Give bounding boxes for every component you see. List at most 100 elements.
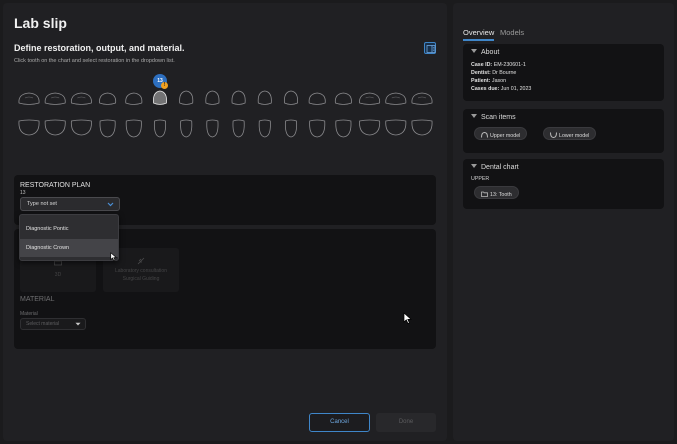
material-placeholder: Select material — [26, 321, 60, 327]
tooth-upper[interactable] — [385, 92, 407, 105]
output-card-3d-label: 3D — [54, 272, 62, 278]
tooth-lower[interactable] — [258, 119, 271, 138]
tooth-lower[interactable] — [411, 119, 433, 136]
cases-due-label: Cases due: — [471, 86, 500, 92]
panel-toggle-button[interactable] — [424, 42, 436, 54]
about-card: About Case ID: EM-230601-1 Dentist: Dr B… — [463, 44, 664, 101]
about-title: About — [481, 49, 500, 56]
tooth-chip[interactable]: 13: Tooth — [474, 186, 519, 199]
restoration-type-select[interactable]: Type not set — [20, 197, 120, 211]
material-field-label: Material — [20, 311, 38, 317]
scan-items-header[interactable]: Scan items — [471, 114, 516, 121]
lower-model-chip[interactable]: Lower model — [543, 127, 597, 140]
tooth-lower[interactable] — [335, 119, 352, 138]
output-card-consultation-line2: Surgical Guiding — [122, 276, 160, 282]
patient-row: Patient: Jason — [471, 78, 506, 84]
collapse-triangle-icon — [471, 49, 477, 53]
tooth-lower[interactable] — [99, 119, 116, 138]
section-heading: Define restoration, output, and material… — [14, 43, 185, 53]
tooth-fissure — [417, 96, 427, 99]
lower-model-label: Lower model — [559, 132, 590, 139]
cases-due-row: Cases due: Jun 01, 2023 — [471, 86, 531, 92]
cases-due-value: Jun 01, 2023 — [500, 86, 532, 92]
feather-icon — [137, 257, 145, 265]
about-header[interactable]: About — [471, 49, 499, 56]
cancel-button[interactable]: Cancel — [309, 413, 370, 432]
done-button[interactable]: Done — [376, 413, 436, 432]
restoration-plan-title: RESTORATION PLAN — [20, 182, 91, 189]
tooth-chart-svg — [18, 90, 433, 138]
tooth-upper-13-selected[interactable] — [152, 90, 168, 105]
case-id-value: EM-230601-1 — [493, 62, 526, 68]
collapse-triangle-icon — [471, 164, 477, 168]
tooth-lower[interactable] — [309, 119, 326, 138]
scan-items-card: Scan items Upper model Lower model — [463, 109, 664, 153]
chevron-down-icon — [75, 322, 81, 326]
mouse-pointer-icon — [403, 312, 412, 324]
tooth-upper[interactable] — [70, 92, 92, 105]
tooth-lower[interactable] — [232, 119, 245, 138]
tooth-upper[interactable] — [411, 92, 433, 105]
dental-chart-header[interactable]: Dental chart — [471, 164, 519, 171]
tooth-upper[interactable] — [283, 90, 299, 105]
tab-models[interactable]: Models — [500, 28, 524, 37]
upper-model-chip[interactable]: Upper model — [474, 127, 528, 140]
dental-chart-card: Dental chart UPPER 13: Tooth — [463, 159, 664, 209]
tooth-lower[interactable] — [70, 119, 92, 136]
mouse-pointer-icon — [110, 252, 117, 262]
tooth-lower[interactable] — [359, 119, 381, 136]
tooth-upper[interactable] — [18, 92, 40, 105]
dentist-value: Dr Bourne — [492, 70, 517, 76]
output-card-consultation-line1: Laboratory consultation — [115, 268, 167, 274]
tooth-upper[interactable] — [231, 90, 246, 105]
tooth-lower[interactable] — [206, 119, 219, 138]
case-id-label: Case ID: — [471, 62, 493, 68]
tooth-chart: 13 ! — [14, 72, 434, 142]
tooth-upper[interactable] — [205, 90, 220, 105]
arch-label: UPPER — [471, 176, 490, 182]
tooth-upper[interactable] — [99, 92, 117, 105]
tooth-fissure — [365, 96, 374, 99]
restoration-type-dropdown: Diagnostic Pontic Diagnostic Crown — [19, 214, 119, 261]
upper-model-label: Upper model — [490, 132, 521, 139]
tooth-lower[interactable] — [44, 119, 66, 136]
option-diagnostic-pontic[interactable]: Diagnostic Pontic — [20, 220, 118, 238]
case-sidebar: Overview Models About Case ID: EM-230601… — [453, 3, 674, 441]
section-instructions: Click tooth on the chart and select rest… — [14, 58, 175, 64]
dental-chart-title: Dental chart — [481, 164, 519, 171]
active-tab-underline — [463, 39, 495, 41]
patient-value: Jason — [491, 78, 507, 84]
tooth-upper[interactable] — [125, 92, 143, 105]
tooth-lower[interactable] — [385, 119, 407, 136]
option-diagnostic-crown[interactable]: Diagnostic Crown — [20, 239, 118, 257]
chevron-down-icon — [107, 202, 114, 207]
tooth-upper[interactable] — [257, 90, 272, 105]
tooth-lower[interactable] — [125, 119, 142, 138]
sidebar-toggle-icon — [426, 45, 436, 53]
tooth-upper[interactable] — [334, 92, 352, 105]
restoration-tooth-label: 13 — [20, 190, 26, 196]
tab-overview[interactable]: Overview — [463, 28, 495, 41]
tooth-lower[interactable] — [180, 119, 193, 138]
restoration-type-value: Type not set — [27, 201, 57, 207]
tooth-fissure — [391, 96, 400, 99]
tooth-fissure — [77, 96, 86, 99]
case-id-row: Case ID: EM-230601-1 — [471, 62, 526, 68]
tooth-lower[interactable] — [153, 119, 167, 138]
tooth-fissure — [24, 96, 34, 99]
tooth-chip-label: 13: Tooth — [490, 191, 512, 198]
material-title: MATERIAL — [20, 296, 55, 303]
dentist-label: Dentist: — [471, 70, 491, 76]
tooth-lower[interactable] — [18, 119, 40, 136]
material-select[interactable]: Select material — [20, 318, 86, 330]
tooth-upper[interactable] — [359, 92, 381, 105]
scan-items-title: Scan items — [481, 114, 516, 121]
tooth-upper[interactable] — [179, 90, 194, 105]
tooth-lower[interactable] — [284, 119, 298, 138]
tooth-fissure — [51, 96, 60, 99]
tab-overview-label: Overview — [463, 28, 495, 37]
tooth-upper[interactable] — [44, 92, 66, 105]
warning-icon: ! — [161, 82, 168, 89]
tooth-upper[interactable] — [308, 92, 326, 105]
upper-jaw-icon — [481, 131, 488, 138]
